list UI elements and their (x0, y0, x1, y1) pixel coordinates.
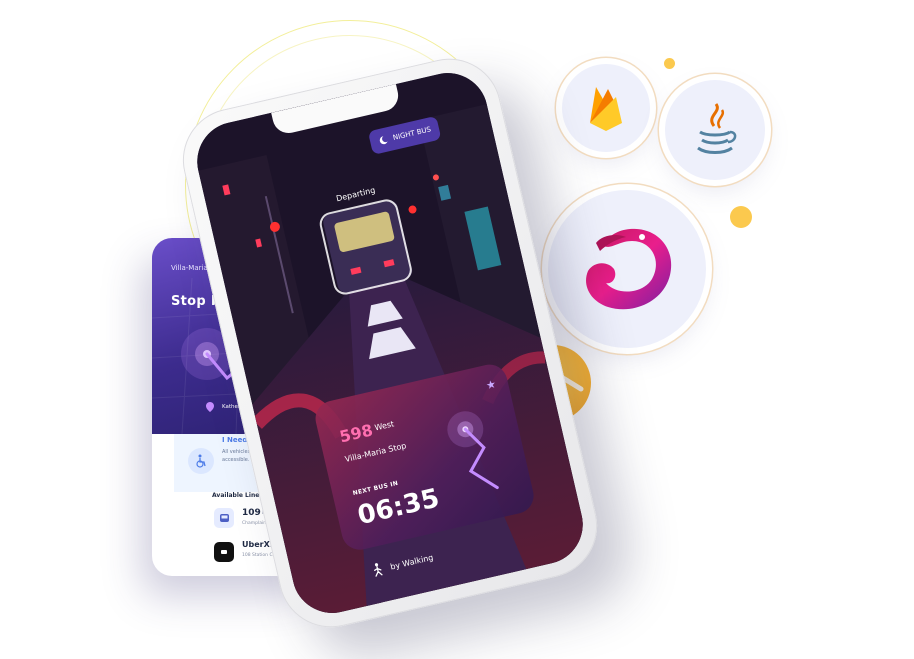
moon-icon (379, 136, 388, 145)
java-icon (697, 103, 737, 154)
decorative-dot-large (730, 206, 752, 228)
bus-number: 598 (337, 420, 375, 447)
reactivex-icon (586, 228, 672, 310)
location-pin-icon (206, 402, 214, 412)
decorative-dot (664, 58, 675, 69)
firebase-badge (562, 64, 650, 152)
bus-direction: West (373, 419, 395, 433)
route-map-icon (447, 411, 499, 490)
walking-person-icon (374, 563, 383, 577)
java-badge (665, 80, 765, 180)
reactivex-badge (548, 190, 706, 348)
walking-label: by Walking (389, 552, 435, 572)
favorite-star-icon[interactable]: ★ (485, 377, 498, 392)
firebase-icon (590, 87, 622, 131)
night-bus-label: NIGHT BUS (392, 125, 432, 142)
bus-stop-name: Villa-Maria Stop (344, 441, 408, 464)
